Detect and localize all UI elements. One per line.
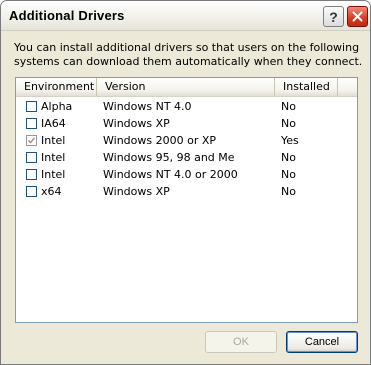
window-title: Additional Drivers	[9, 8, 125, 23]
ok-button[interactable]: OK	[205, 331, 277, 353]
cell-version: Windows 2000 or XP	[103, 134, 217, 147]
cell-environment: Intel	[41, 151, 66, 164]
cell-installed: No	[281, 117, 296, 130]
column-header-version[interactable]: Version	[97, 78, 275, 96]
table-row[interactable]: Intel Windows 95, 98 and Me No	[16, 150, 357, 167]
column-header-filler	[338, 78, 357, 96]
help-button[interactable]: ?	[323, 6, 344, 27]
close-icon	[352, 11, 363, 22]
row-checkbox[interactable]	[26, 118, 37, 129]
cell-environment: IA64	[41, 117, 66, 130]
cell-environment: Alpha	[41, 100, 73, 113]
cancel-button[interactable]: Cancel	[286, 331, 358, 353]
cell-installed: No	[281, 100, 296, 113]
close-button[interactable]	[347, 6, 368, 27]
table-row[interactable]: Alpha Windows NT 4.0 No	[16, 99, 357, 116]
cell-installed: No	[281, 168, 296, 181]
cell-version: Windows XP	[103, 117, 170, 130]
cell-version: Windows XP	[103, 185, 170, 198]
description-text: You can install additional drivers so th…	[14, 41, 363, 68]
row-checkbox[interactable]	[26, 101, 37, 112]
row-checkbox-checked[interactable]	[26, 135, 37, 146]
cell-installed: No	[281, 151, 296, 164]
list-header: Environment Version Installed	[16, 78, 357, 97]
cell-environment: Intel	[41, 168, 66, 181]
table-row[interactable]: Intel Windows NT 4.0 or 2000 No	[16, 167, 357, 184]
cell-version: Windows NT 4.0	[103, 100, 192, 113]
cell-installed: Yes	[281, 134, 299, 147]
cell-environment: Intel	[41, 134, 66, 147]
row-checkbox[interactable]	[26, 169, 37, 180]
row-checkbox[interactable]	[26, 186, 37, 197]
cell-installed: No	[281, 185, 296, 198]
table-row[interactable]: x64 Windows XP No	[16, 184, 357, 201]
cell-version: Windows 95, 98 and Me	[103, 151, 235, 164]
question-mark-icon: ?	[329, 8, 338, 25]
additional-drivers-dialog: Additional Drivers ? You can install add…	[0, 0, 371, 365]
table-row[interactable]: IA64 Windows XP No	[16, 116, 357, 133]
table-row[interactable]: Intel Windows 2000 or XP Yes	[16, 133, 357, 150]
cell-version: Windows NT 4.0 or 2000	[103, 168, 238, 181]
row-checkbox[interactable]	[26, 152, 37, 163]
dialog-body: You can install additional drivers so th…	[1, 31, 370, 364]
drivers-list[interactable]: Environment Version Installed Alpha Wind…	[15, 77, 358, 323]
column-header-installed[interactable]: Installed	[275, 78, 338, 96]
column-header-environment[interactable]: Environment	[16, 78, 97, 96]
checkmark-icon	[27, 137, 36, 144]
cell-environment: x64	[41, 185, 62, 198]
title-bar: Additional Drivers ?	[1, 1, 370, 31]
